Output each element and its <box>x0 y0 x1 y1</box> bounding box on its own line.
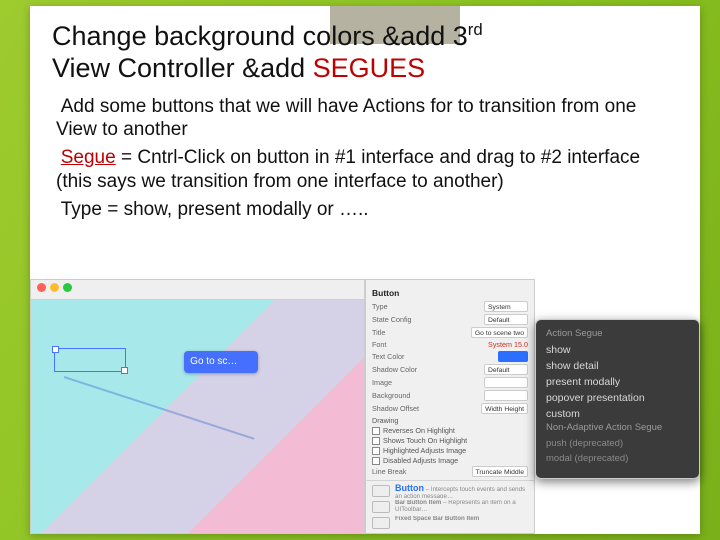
row-shadowoff-lbl: Shadow Offset <box>372 404 419 413</box>
inspector-header: Button <box>366 286 534 300</box>
row-shadowc-val: Default <box>484 364 528 375</box>
bullet-2-text: = Cntrl-Click on button in #1 interface … <box>56 147 640 192</box>
ck1: Shows Touch On Highlight <box>383 436 467 445</box>
ck3: Disabled Adjusts Image <box>383 456 458 465</box>
bullet-3: Type = show, present modally or ….. <box>56 198 678 222</box>
bullet-2-key: Segue <box>61 147 116 168</box>
xcode-toolbar <box>31 280 364 300</box>
row-font-val: System 15.0 <box>488 340 528 349</box>
bullet-1: Add some buttons that we will have Actio… <box>56 95 678 143</box>
segue-menu-note: Non-Adaptive Action Segue <box>546 422 689 433</box>
menu-push-dep: push (deprecated) <box>546 436 689 451</box>
row-type-val: System <box>484 301 528 312</box>
slide-card: Change background colors &add 3rd View C… <box>30 6 700 534</box>
segue-menu: Action Segue show show detail present mo… <box>535 319 700 479</box>
storyboard-screenshot: Go to sc… <box>30 279 365 534</box>
menu-popover: popover presentation <box>546 390 689 406</box>
row-lb-lbl: Line Break <box>372 467 406 476</box>
storyboard-button-chip: Go to sc… <box>184 351 258 373</box>
row-textcolor-lbl: Text Color <box>372 352 404 361</box>
segue-menu-header: Action Segue <box>546 328 689 339</box>
title-segues: SEGUES <box>313 53 426 83</box>
menu-modal-dep: modal (deprecated) <box>546 451 689 466</box>
title-sup: rd <box>468 20 483 39</box>
row-image-val <box>484 377 528 388</box>
lib-button-icon <box>372 485 390 497</box>
row-state-val: Default <box>484 314 528 325</box>
row-type-lbl: Type <box>372 302 388 311</box>
row-title-val: Go to scene two <box>471 327 528 338</box>
selected-button-outline <box>54 348 126 372</box>
title-line2: View Controller &add <box>52 53 313 83</box>
row-bg-lbl: Background <box>372 391 410 400</box>
bullet-list: Add some buttons that we will have Actio… <box>56 95 678 222</box>
segue-drag-line <box>64 376 255 440</box>
ck0: Reverses On Highlight <box>383 426 455 435</box>
slide-title: Change background colors &add 3rd View C… <box>52 20 678 85</box>
row-shadowoff-val: Width Height <box>481 403 528 414</box>
lib-fixed-icon <box>372 517 390 529</box>
lib-button-name: Button <box>395 484 424 493</box>
lib-barbtn-icon <box>372 501 390 513</box>
title-prefix: Change background colors &add 3 <box>52 21 468 51</box>
menu-custom: custom <box>546 406 689 422</box>
attributes-inspector: Button Type System State Config Default Ti… <box>365 279 535 534</box>
row-textcolor-swatch <box>498 351 528 362</box>
menu-show: show <box>546 342 689 358</box>
row-state-lbl: State Config <box>372 315 412 324</box>
row-image-lbl: Image <box>372 378 392 387</box>
menu-present-modally: present modally <box>546 374 689 390</box>
row-font-lbl: Font <box>372 340 386 349</box>
screenshot-row: Go to sc… Button Type System State Config… <box>30 279 700 534</box>
row-bg-val <box>484 390 528 401</box>
traffic-lights <box>37 283 72 292</box>
ck2: Highlighted Adjusts Image <box>383 446 466 455</box>
bullet-3-text: Type = show, present modally or ….. <box>61 199 369 220</box>
row-shadowc-lbl: Shadow Color <box>372 365 417 374</box>
row-title-lbl: Title <box>372 328 385 337</box>
lib-fixed-name: Fixed Space Bar Button Item <box>395 516 479 522</box>
menu-show-detail: show detail <box>546 358 689 374</box>
bullet-2: Segue = Cntrl-Click on button in #1 inte… <box>56 146 678 194</box>
bullet-1-text: Add some buttons that we will have Actio… <box>56 96 636 141</box>
drawing-checks: Drawing <box>366 416 534 425</box>
row-lb-val: Truncate Middle <box>472 466 528 477</box>
